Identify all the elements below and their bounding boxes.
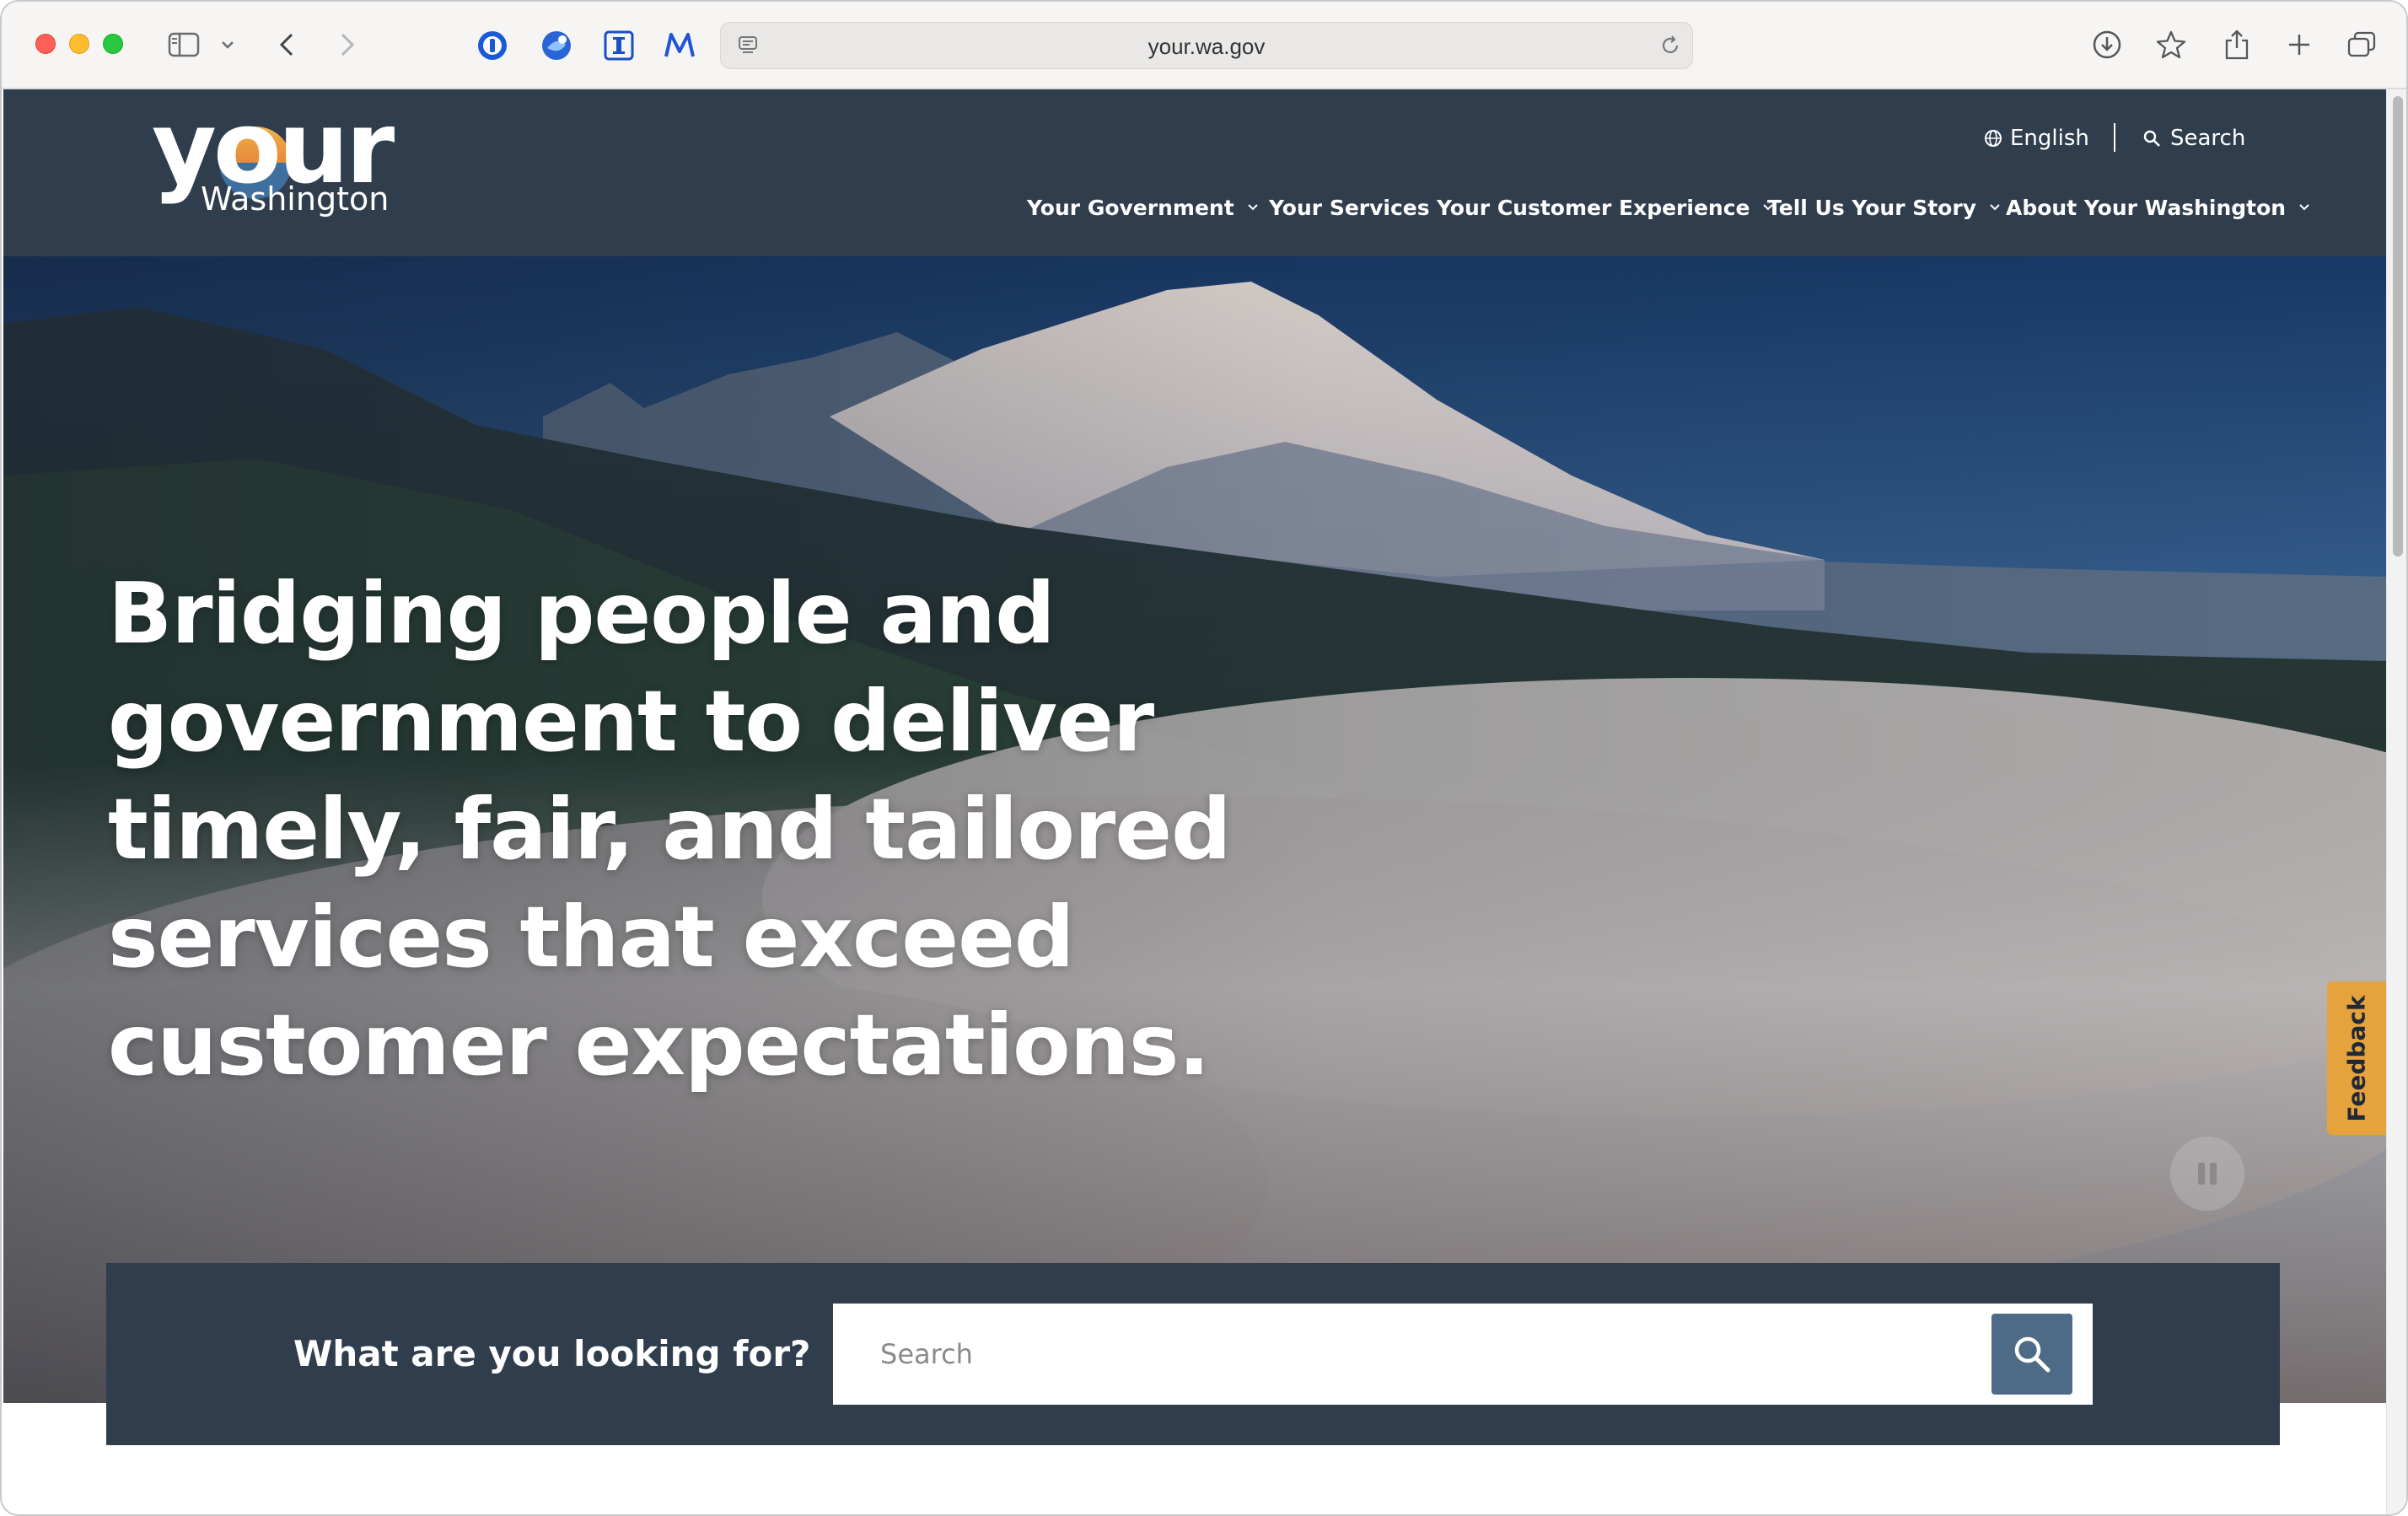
site-search-band: What are you looking for? xyxy=(106,1263,2280,1445)
tab-overview-icon[interactable] xyxy=(2342,25,2381,64)
zoom-window-button[interactable] xyxy=(103,34,123,54)
share-icon[interactable] xyxy=(2217,25,2256,64)
site-search-input[interactable] xyxy=(833,1304,1980,1405)
feedback-tab[interactable]: Feedback xyxy=(2327,981,2386,1135)
globe-extension-icon[interactable] xyxy=(538,27,575,64)
minimize-window-button[interactable] xyxy=(69,34,89,54)
search-prompt: What are you looking for? xyxy=(293,1333,811,1374)
nav-about-your-washington[interactable]: About Your Washington xyxy=(2006,189,2311,226)
downloads-icon[interactable] xyxy=(2088,25,2126,64)
password-manager-extension-icon[interactable] xyxy=(474,27,511,64)
header-search-link[interactable]: Search xyxy=(2142,121,2245,155)
new-tab-plus-icon[interactable] xyxy=(2280,25,2319,64)
nav-label: Your Services xyxy=(1269,195,1430,220)
chevron-down-icon xyxy=(1990,204,2000,211)
back-arrow-icon[interactable] xyxy=(270,25,304,64)
language-selector[interactable]: English xyxy=(1983,121,2089,155)
mastodon-extension-icon[interactable] xyxy=(661,27,698,64)
logo-wordmark-washington: Washington xyxy=(201,180,390,218)
language-label: English xyxy=(2010,126,2089,151)
your-washington-logo[interactable]: your Washington xyxy=(152,93,405,228)
browser-window: your.wa.gov your Washington English Sear… xyxy=(0,0,2408,1516)
search-icon xyxy=(2014,1336,2051,1373)
pause-icon xyxy=(2198,1163,2217,1185)
browser-toolbar: your.wa.gov xyxy=(2,2,2406,89)
pause-video-button[interactable] xyxy=(2170,1137,2244,1211)
nav-your-customer-experience[interactable]: Your Customer Experience xyxy=(1437,189,1775,226)
chevron-down-icon xyxy=(2299,204,2309,211)
nav-your-services[interactable]: Your Services xyxy=(1269,189,1430,226)
address-bar[interactable]: your.wa.gov xyxy=(720,22,1693,69)
url-text[interactable]: your.wa.gov xyxy=(721,23,1692,70)
hero-headline: Bridging people and government to delive… xyxy=(108,564,1232,1094)
nav-label: Your Government xyxy=(1027,195,1234,220)
search-icon xyxy=(2143,130,2160,147)
instapaper-extension-icon[interactable] xyxy=(600,27,637,64)
hero-banner: Bridging people and government to delive… xyxy=(3,256,2386,1403)
sidebar-toggle-icon[interactable] xyxy=(164,25,204,64)
bookmark-star-icon[interactable] xyxy=(2152,25,2190,64)
close-window-button[interactable] xyxy=(35,34,56,54)
header-search-label: Search xyxy=(2170,126,2246,151)
site-search-box xyxy=(833,1304,2093,1405)
site-search-button[interactable] xyxy=(1991,1314,2072,1395)
feedback-label: Feedback xyxy=(2342,994,2371,1122)
reload-icon[interactable] xyxy=(1653,26,1687,65)
nav-label: Tell Us Your Story xyxy=(1767,195,1976,220)
nav-label: Your Customer Experience xyxy=(1437,195,1750,220)
chevron-down-icon xyxy=(1247,204,1258,211)
chevron-down-icon[interactable] xyxy=(218,25,238,64)
page-scrollbar-thumb[interactable] xyxy=(2393,96,2403,556)
nav-label: About Your Washington xyxy=(2006,195,2287,220)
nav-your-government[interactable]: Your Government xyxy=(1027,189,1260,226)
nav-tell-us-your-story[interactable]: Tell Us Your Story xyxy=(1767,189,2002,226)
forward-arrow-icon[interactable] xyxy=(331,25,364,64)
utility-divider xyxy=(2114,123,2115,152)
globe-icon xyxy=(1985,130,2002,147)
